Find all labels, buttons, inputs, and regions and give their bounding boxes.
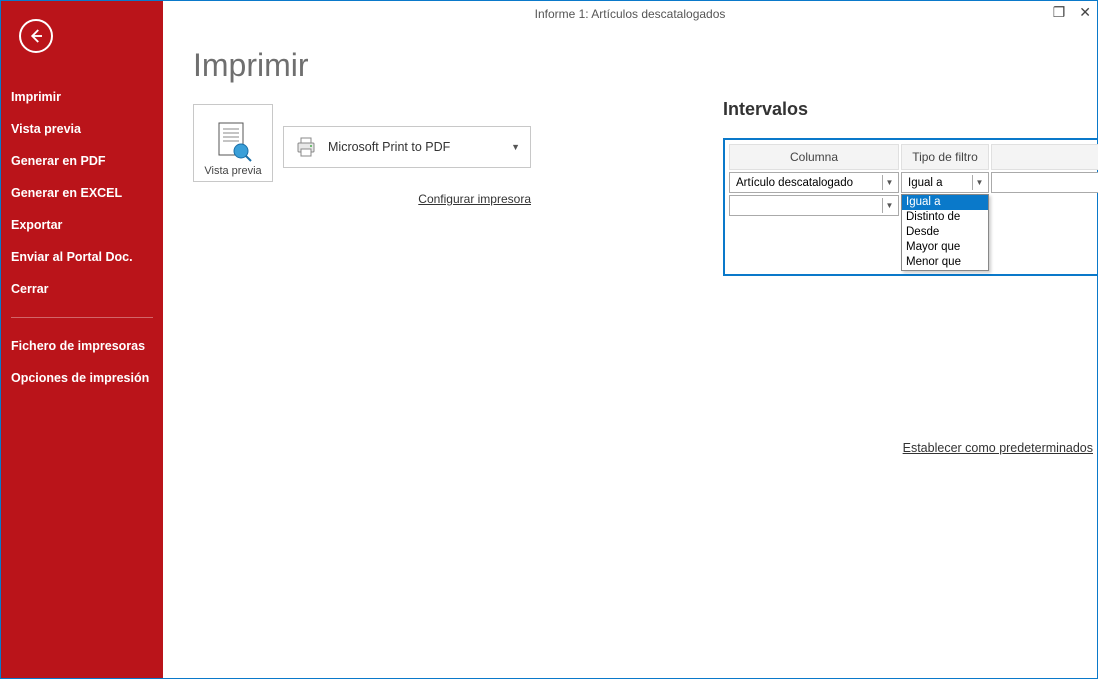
arrow-left-icon — [27, 27, 45, 45]
header-columna: Columna — [729, 144, 899, 170]
intervals-row-0: Artículo descatalogado ▼ Igual a ▼ 1 Igu… — [729, 172, 1098, 193]
sidebar-item-generar-pdf[interactable]: Generar en PDF — [1, 145, 163, 177]
sidebar-separator — [11, 317, 153, 318]
preview-button[interactable]: Vista previa — [193, 104, 273, 182]
chevron-down-icon[interactable]: ▼ — [882, 175, 896, 190]
page-title: Imprimir — [193, 47, 1077, 84]
main-area: Informe 1: Artículos descatalogados ❐ ✕ … — [163, 1, 1097, 678]
sidebar: Imprimir Vista previa Generar en PDF Gen… — [1, 1, 163, 678]
type-option-igual-a[interactable]: Igual a — [902, 195, 988, 210]
set-default-link[interactable]: Establecer como predeterminados — [903, 441, 1093, 455]
type-value-0: Igual a — [908, 177, 943, 189]
type-option-menor-que[interactable]: Menor que — [902, 255, 988, 270]
window-controls: ❐ ✕ — [1053, 5, 1091, 19]
document-magnifier-icon — [213, 121, 253, 165]
sidebar-item-generar-excel[interactable]: Generar en EXCEL — [1, 177, 163, 209]
intervals-title: Intervalos — [723, 99, 1098, 120]
title-bar: Informe 1: Artículos descatalogados ❐ ✕ — [163, 1, 1097, 27]
intervals-panel: Intervalos Columna Tipo de filtro Filtro… — [723, 99, 1098, 276]
printer-select[interactable]: Microsoft Print to PDF ▼ — [283, 126, 531, 168]
printer-name: Microsoft Print to PDF — [328, 140, 501, 154]
type-option-desde[interactable]: Desde — [902, 225, 988, 240]
column-select-1[interactable]: ▼ — [729, 195, 899, 216]
chevron-down-icon[interactable]: ▼ — [882, 198, 896, 213]
type-option-distinto-de[interactable]: Distinto de — [902, 210, 988, 225]
header-filtro: Filtro — [991, 144, 1098, 170]
intervals-grid: Columna Tipo de filtro Filtro Artículo d… — [723, 138, 1098, 276]
printer-icon — [294, 135, 318, 159]
back-button[interactable] — [19, 19, 53, 53]
type-select-0[interactable]: Igual a ▼ — [901, 172, 989, 193]
header-tipo: Tipo de filtro — [901, 144, 989, 170]
sidebar-item-cerrar[interactable]: Cerrar — [1, 273, 163, 305]
sidebar-item-exportar[interactable]: Exportar — [1, 209, 163, 241]
maximize-icon[interactable]: ❐ — [1053, 5, 1066, 19]
type-dropdown-list: Igual a Distinto de Desde Mayor que Meno… — [901, 194, 989, 271]
sidebar-item-fichero-impresoras[interactable]: Fichero de impresoras — [1, 330, 163, 362]
column-value-0: Artículo descatalogado — [736, 177, 853, 189]
type-option-mayor-que[interactable]: Mayor que — [902, 240, 988, 255]
column-select-0[interactable]: Artículo descatalogado ▼ — [729, 172, 899, 193]
printer-column: Microsoft Print to PDF ▼ — [283, 104, 531, 168]
sidebar-item-vista-previa[interactable]: Vista previa — [1, 113, 163, 145]
intervals-header-row: Columna Tipo de filtro Filtro — [729, 144, 1098, 170]
sidebar-item-opciones-impresion[interactable]: Opciones de impresión — [1, 362, 163, 394]
filter-input-0[interactable]: 1 — [991, 172, 1098, 193]
window-title: Informe 1: Artículos descatalogados — [535, 7, 726, 21]
close-icon[interactable]: ✕ — [1079, 5, 1091, 19]
configure-printer-link[interactable]: Configurar impresora — [193, 192, 531, 206]
sidebar-item-enviar-portal[interactable]: Enviar al Portal Doc. — [1, 241, 163, 273]
sidebar-item-imprimir[interactable]: Imprimir — [1, 81, 163, 113]
preview-label: Vista previa — [204, 165, 261, 177]
chevron-down-icon: ▼ — [511, 142, 520, 152]
chevron-down-icon[interactable]: ▼ — [972, 175, 986, 190]
